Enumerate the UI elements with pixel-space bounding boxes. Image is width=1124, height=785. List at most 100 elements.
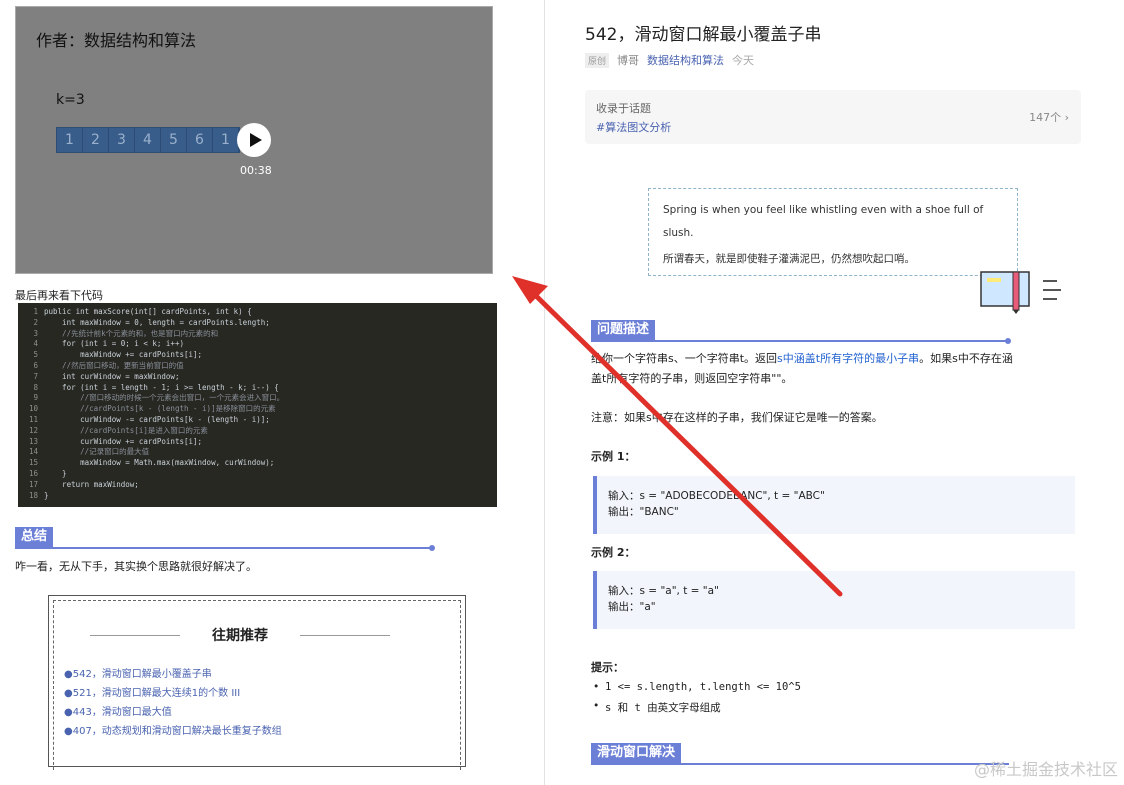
quote-chinese: 所谓春天，就是即使鞋子灌满泥巴，仍然想吹起口哨。 bbox=[663, 253, 915, 265]
array-cell: 2 bbox=[83, 128, 109, 152]
code-text: maxWindow += cardPoints[i]; bbox=[44, 350, 203, 360]
hint-item: s 和 t 由英文字母组成 bbox=[593, 700, 721, 715]
recommend-title-row: 往期推荐 bbox=[90, 625, 390, 645]
array-cell: 5 bbox=[161, 128, 187, 152]
heading-underline bbox=[591, 340, 1009, 342]
code-text: int curWindow = maxWindow; bbox=[44, 371, 180, 381]
code-line: 4 for (int i = 0; i < k; i++) bbox=[18, 339, 497, 350]
sliding-heading-label: 滑动窗口解决 bbox=[591, 743, 682, 763]
video-player[interactable]: 作者：数据结构和算法 k=3 1 2 3 4 5 6 1 00:38 bbox=[15, 6, 493, 274]
line-number: 4 bbox=[33, 339, 38, 349]
original-badge: 原创 bbox=[585, 52, 610, 68]
notebook-icon bbox=[980, 271, 1030, 314]
line-number: 10 bbox=[28, 404, 38, 414]
code-text: } bbox=[44, 468, 67, 478]
code-text: int maxWindow = 0, length = cardPoints.l… bbox=[44, 317, 270, 327]
line-number: 12 bbox=[28, 425, 38, 435]
topic-count[interactable]: 147个 › bbox=[1029, 109, 1069, 125]
code-text: //记录窗口的最大值 bbox=[44, 447, 150, 457]
code-line: 16 } bbox=[18, 469, 497, 480]
example1-label: 示例 1： bbox=[591, 450, 636, 463]
array-cell: 4 bbox=[135, 128, 161, 152]
line-number: 7 bbox=[33, 371, 38, 381]
code-text: //窗口移动的时候一个元素会出窗口，一个元素会进入窗口。 bbox=[44, 393, 285, 403]
array-cell: 6 bbox=[187, 128, 213, 152]
problem-text-post: 。如果s中不存在涵 bbox=[919, 352, 1013, 365]
line-number: 9 bbox=[33, 393, 38, 403]
example1-input: 输入：s = "ADOBECODEBANC", t = "ABC" bbox=[608, 490, 825, 502]
code-text: maxWindow = Math.max(maxWindow, curWindo… bbox=[44, 458, 275, 468]
code-text: } bbox=[44, 490, 49, 500]
heading-dot bbox=[429, 545, 435, 551]
code-line: 10 //cardPoints[k - (length - i)]是移除窗口的元… bbox=[18, 404, 497, 415]
code-line: 17 return maxWindow; bbox=[18, 480, 497, 491]
problem-text-highlight: s中涵盖t所有字符的最小子串 bbox=[777, 352, 920, 365]
line-number: 1 bbox=[33, 307, 38, 316]
video-k-label: k=3 bbox=[56, 92, 85, 108]
code-text: //然后窗口移动，更新当前窗口的值 bbox=[44, 360, 184, 370]
publish-date: 今天 bbox=[732, 54, 755, 67]
problem-text-pre: 给你一个字符串s、一个字符串t。返回 bbox=[591, 352, 778, 365]
topic-label: 收录于话题 bbox=[596, 102, 651, 115]
title-rule-left bbox=[90, 635, 180, 636]
hint-label: 提示： bbox=[591, 661, 624, 674]
example1-output: 输出："BANC" bbox=[608, 506, 679, 518]
note-text: 注意：如果s中存在这样的子串，我们保证它是唯一的答案。 bbox=[591, 411, 883, 424]
code-text: //先统计前k个元素的和，也是窗口内元素的和 bbox=[44, 328, 219, 338]
recommend-link[interactable]: ●521，滑动窗口解最大连续1的个数 III bbox=[64, 684, 240, 699]
example1-box: 输入：s = "ADOBECODEBANC", t = "ABC" 输出："BA… bbox=[593, 476, 1075, 534]
code-line: 14 //记录窗口的最大值 bbox=[18, 447, 497, 458]
example2-input: 输入：s = "a", t = "a" bbox=[608, 585, 719, 597]
example2-box: 输入：s = "a", t = "a" 输出："a" bbox=[593, 571, 1075, 629]
problem-heading: 问题描述 bbox=[591, 320, 1011, 344]
example2-output: 输出："a" bbox=[608, 601, 656, 613]
code-text: for (int i = length - 1; i >= length - k… bbox=[44, 382, 279, 392]
array-strip: 1 2 3 4 5 6 1 bbox=[56, 127, 240, 153]
author-name: 博哥 bbox=[617, 54, 640, 67]
video-timestamp: 00:38 bbox=[240, 164, 272, 177]
code-text: public int maxScore(int[] cardPoints, in… bbox=[44, 307, 252, 316]
code-line: 1 public int maxScore(int[] cardPoints, i… bbox=[18, 307, 497, 318]
code-line: 13 curWindow += cardPoints[i]; bbox=[18, 437, 497, 448]
code-caption: 最后再来看下代码 bbox=[15, 289, 103, 302]
code-text: curWindow += cardPoints[i]; bbox=[44, 436, 203, 446]
line-number: 2 bbox=[33, 317, 38, 327]
recommend-link[interactable]: ●407，动态规划和滑动窗口解决最长重复子数组 bbox=[64, 722, 282, 737]
video-author-text: 作者：数据结构和算法 bbox=[36, 31, 197, 50]
line-number: 18 bbox=[28, 490, 38, 500]
right-pane: 542，滑动窗口解最小覆盖子串 原创 博哥 数据结构和算法 今天 收录于话题 #… bbox=[545, 0, 1124, 785]
recommend-link[interactable]: ●443，滑动窗口最大值 bbox=[64, 703, 172, 718]
problem-heading-label: 问题描述 bbox=[591, 320, 656, 340]
line-number: 11 bbox=[28, 414, 38, 424]
summary-heading-label: 总结 bbox=[15, 527, 54, 547]
code-line: 5 maxWindow += cardPoints[i]; bbox=[18, 350, 497, 361]
code-text: //cardPoints[i]是进入窗口的元素 bbox=[44, 425, 208, 435]
line-number: 15 bbox=[28, 458, 38, 468]
recommend-link[interactable]: ●542，滑动窗口解最小覆盖子串 bbox=[64, 665, 212, 680]
code-line: 18} bbox=[18, 491, 497, 502]
code-line: 7 int curWindow = maxWindow; bbox=[18, 372, 497, 383]
code-line: 6 //然后窗口移动，更新当前窗口的值 bbox=[18, 361, 497, 372]
code-line: 9 //窗口移动的时候一个元素会出窗口，一个元素会进入窗口。 bbox=[18, 393, 497, 404]
code-text: return maxWindow; bbox=[44, 479, 139, 489]
code-line: 8 for (int i = length - 1; i >= length -… bbox=[18, 383, 497, 394]
menu-icon bbox=[1043, 280, 1061, 300]
array-cell: 3 bbox=[109, 128, 135, 152]
array-cell: 1 bbox=[213, 128, 239, 152]
problem-text-line2: 盖t所有字符的子串，则返回空字符串""。 bbox=[591, 372, 793, 385]
recommend-inner-border: 往期推荐 ●542，滑动窗口解最小覆盖子串 ●521，滑动窗口解最大连续1的个数… bbox=[53, 600, 461, 770]
line-number: 16 bbox=[28, 468, 38, 478]
title-rule-right bbox=[300, 635, 390, 636]
code-line: 12 //cardPoints[i]是进入窗口的元素 bbox=[18, 426, 497, 437]
topic-card[interactable]: 收录于话题 #算法图文分析 147个 › bbox=[585, 90, 1081, 144]
account-link[interactable]: 数据结构和算法 bbox=[647, 52, 724, 68]
code-text: curWindow -= cardPoints[k - (length - i)… bbox=[44, 414, 270, 424]
code-line: 15 maxWindow = Math.max(maxWindow, curWi… bbox=[18, 458, 497, 469]
topic-tag[interactable]: #算法图文分析 bbox=[596, 119, 671, 135]
code-block: 1 public int maxScore(int[] cardPoints, i… bbox=[18, 303, 497, 507]
left-pane: 作者：数据结构和算法 k=3 1 2 3 4 5 6 1 00:38 最后再来看… bbox=[0, 0, 545, 785]
problem-text: 给你一个字符串s、一个字符串t。返回s中涵盖t所有字符的最小子串。如果s中不存在… bbox=[591, 349, 1081, 389]
play-button[interactable] bbox=[237, 123, 271, 157]
code-line: 3 //先统计前k个元素的和，也是窗口内元素的和 bbox=[18, 329, 497, 340]
code-line: 11 curWindow -= cardPoints[k - (length -… bbox=[18, 415, 497, 426]
